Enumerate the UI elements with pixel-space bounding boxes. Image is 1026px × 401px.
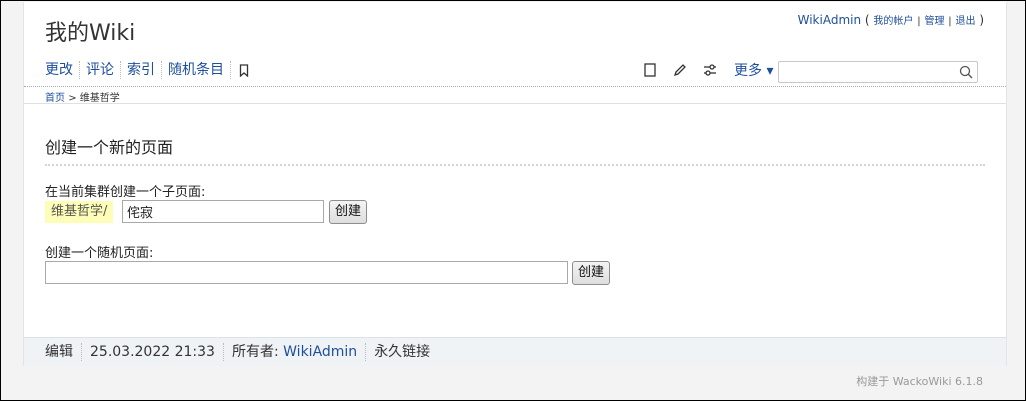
- page-footer: 编辑 25.03.2022 21:33 所有者: WikiAdmin 永久链接: [24, 337, 1006, 366]
- nav-changes[interactable]: 更改: [45, 61, 79, 79]
- user-separator: |: [917, 16, 921, 27]
- browser-frame: 我的Wiki WikiAdmin ( 我的帐户 | 管理 | 退出 ) 更改 评…: [0, 0, 1026, 401]
- owner-label: 所有者:: [231, 344, 279, 360]
- owner-link[interactable]: WikiAdmin: [283, 344, 357, 360]
- random-page-label: 创建一个随机页面:: [45, 246, 154, 261]
- user-separator: |: [948, 16, 952, 27]
- footer-edit-link[interactable]: 编辑: [45, 343, 81, 361]
- paren-open: (: [864, 13, 870, 27]
- settings-button[interactable]: [702, 62, 718, 78]
- breadcrumb: 首页 > 维基哲学: [45, 89, 120, 104]
- powered-by: 构建于 WackoWiki 6.1.8: [856, 375, 983, 388]
- footer-owner: 所有者: WikiAdmin: [222, 343, 365, 361]
- cluster-prefix: 维基哲学/: [45, 201, 114, 223]
- footer-timestamp: 25.03.2022 21:33: [81, 343, 223, 361]
- nav-index[interactable]: 索引: [120, 61, 161, 79]
- watch-button[interactable]: [642, 62, 658, 78]
- header-divider: [24, 86, 1006, 87]
- nav-comments[interactable]: 评论: [79, 61, 120, 79]
- page-title: 创建一个新的页面: [45, 134, 985, 166]
- breadcrumb-divider: [24, 103, 1006, 104]
- subpage-name-input[interactable]: [122, 200, 324, 223]
- more-menu[interactable]: 更多 ▾: [734, 60, 773, 80]
- page-container: 我的Wiki WikiAdmin ( 我的帐户 | 管理 | 退出 ) 更改 评…: [23, 2, 1007, 366]
- my-account-link[interactable]: 我的帐户: [873, 16, 913, 27]
- create-random-page-button[interactable]: 创建: [572, 261, 611, 285]
- page-tools: 更多 ▾: [642, 60, 773, 80]
- logout-link[interactable]: 退出: [955, 16, 975, 27]
- subpage-label: 在当前集群创建一个子页面:: [45, 185, 206, 200]
- permalink-link[interactable]: 永久链接: [365, 343, 438, 361]
- random-page-input[interactable]: [45, 261, 568, 284]
- page-icon: [644, 63, 656, 77]
- bookmark-button[interactable]: [230, 61, 257, 79]
- sliders-icon: [704, 64, 716, 76]
- username-link[interactable]: WikiAdmin: [798, 13, 861, 27]
- pencil-icon: [673, 64, 686, 77]
- nav-random-page[interactable]: 随机条目: [161, 61, 230, 79]
- search-icon[interactable]: [959, 65, 973, 79]
- paren-close: ): [979, 13, 984, 27]
- admin-link[interactable]: 管理: [924, 16, 944, 27]
- main-nav: 更改 评论 索引 随机条目: [45, 60, 257, 80]
- user-bar: WikiAdmin ( 我的帐户 | 管理 | 退出 ): [798, 12, 984, 27]
- bookmark-icon: [239, 63, 249, 77]
- search-input[interactable]: [779, 63, 949, 83]
- site-title[interactable]: 我的Wiki: [45, 15, 135, 47]
- create-subpage-button[interactable]: 创建: [329, 200, 368, 224]
- edit-button[interactable]: [672, 62, 688, 78]
- search-box: [778, 61, 978, 83]
